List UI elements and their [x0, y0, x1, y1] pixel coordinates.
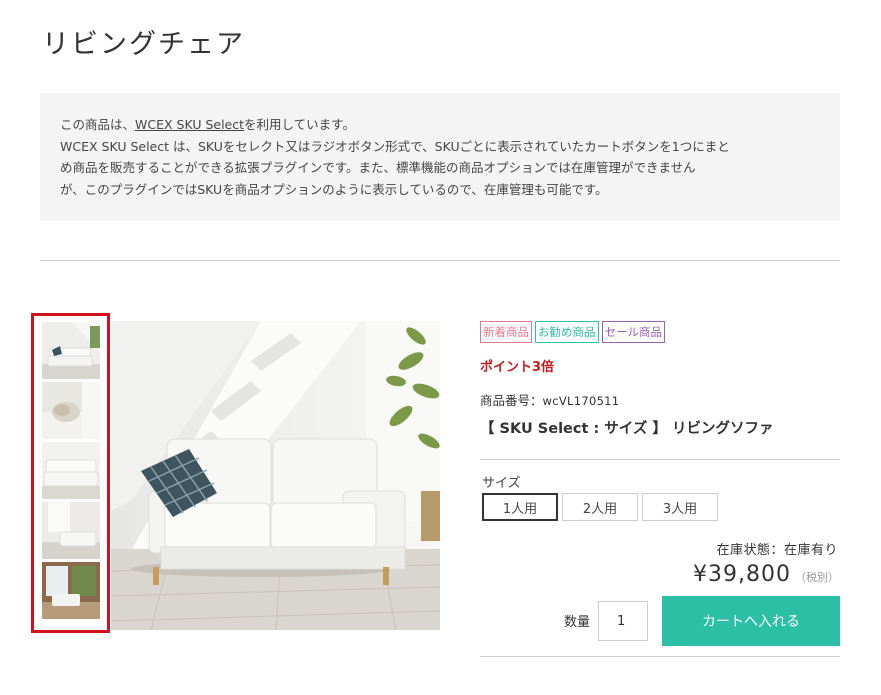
notice-line-2: め商品を販売することができる拡張プラグインです。また、標準機能の商品オプションで… [60, 160, 696, 175]
wcex-sku-select-link[interactable]: WCEX SKU Select [135, 117, 244, 132]
notice-line-1: WCEX SKU Select は、SKUをセレクト又はラジオボタン形式で、SK… [60, 138, 730, 154]
item-code-label: 商品番号： [480, 393, 543, 408]
plugin-notice: この商品は、WCEX SKU Selectを利用しています。 WCEX SKU … [40, 93, 840, 221]
thumbnail-cushion[interactable] [42, 382, 100, 439]
points-label: ポイント3倍 [480, 360, 555, 375]
main-product-image [111, 321, 440, 630]
item-code: 商品番号：wcVL170511 [480, 390, 619, 409]
page-title: リビングチェア [42, 29, 245, 60]
size-option-1[interactable]: 1人用 [482, 493, 558, 521]
thumbnail-window-room[interactable] [42, 562, 100, 619]
badge-new: 新着商品 [480, 321, 532, 343]
section-divider [40, 260, 840, 261]
notice-line-3: が、このプラグインではSKUを商品オプションのように表示しているので、在庫管理も… [60, 181, 608, 197]
stock-status: 在庫状態：在庫有り [716, 543, 838, 558]
thumbnail-sofa-front[interactable] [42, 442, 100, 499]
notice-line-intro: この商品は、WCEX SKU Selectを利用しています。 [60, 117, 355, 132]
size-options: 1人用 2人用 3人用 [482, 493, 718, 521]
quantity-input[interactable] [598, 601, 648, 641]
product-name: 【 SKU Select : サイズ 】 リビングソファ [480, 421, 774, 437]
size-option-3[interactable]: 3人用 [642, 493, 718, 521]
thumbnail-room[interactable] [42, 502, 100, 559]
badge-recommended: お勧め商品 [535, 321, 599, 343]
size-option-2[interactable]: 2人用 [562, 493, 638, 521]
price-tax-note: （税別） [795, 571, 839, 584]
add-to-cart-button[interactable]: カートへ入れる [662, 596, 840, 646]
item-code-value: wcVL170511 [542, 394, 620, 408]
product-badges: 新着商品 お勧め商品 セール商品 [480, 321, 665, 343]
quantity-label: 数量 [564, 615, 591, 630]
thumbnail-strip [31, 313, 110, 633]
options-divider [480, 459, 840, 460]
price: ¥39,800 （税別） [693, 562, 839, 587]
bottom-divider [480, 656, 840, 657]
badge-sale: セール商品 [601, 321, 665, 343]
price-amount: ¥39,800 [693, 562, 791, 587]
size-label: サイズ [482, 476, 521, 491]
thumbnail-sofa[interactable] [42, 322, 100, 379]
